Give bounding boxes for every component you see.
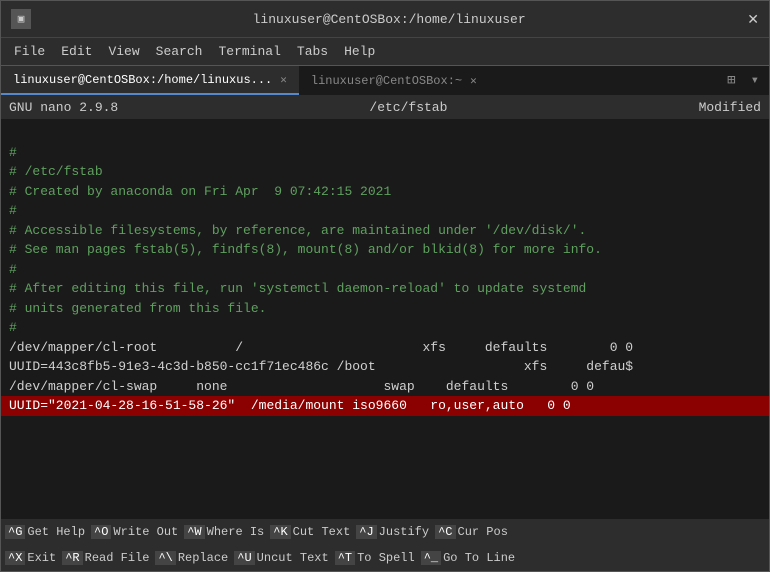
shortcut-label-w: Where Is	[207, 525, 265, 539]
shortcut-cut-text: ^K Cut Text	[270, 525, 350, 539]
tab-menu-button[interactable]: ▾	[746, 70, 764, 91]
shortcut-label-u: Uncut Text	[257, 551, 329, 565]
shortcut-where-is: ^W Where Is	[184, 525, 264, 539]
shortcut-label-o: Write Out	[113, 525, 178, 539]
window-title: linuxuser@CentOSBox:/home/linuxuser	[253, 12, 526, 27]
shortcut-key-g: ^G	[5, 525, 25, 539]
tab-bar-actions: ⊞ ▾	[722, 66, 769, 95]
shortcut-cur-pos: ^C Cur Pos	[435, 525, 508, 539]
shortcut-key-u: ^U	[234, 551, 254, 565]
editor-line: UUID=443c8fb5-91e3-4c3d-b850-cc1f71ec486…	[9, 357, 761, 377]
menu-tabs[interactable]: Tabs	[289, 41, 336, 62]
title-bar: ▣ linuxuser@CentOSBox:/home/linuxuser ✕	[1, 1, 769, 37]
shortcut-key-t: ^T	[335, 551, 355, 565]
shortcut-label-j: Justify	[379, 525, 429, 539]
menu-help[interactable]: Help	[336, 41, 383, 62]
tab-bar: linuxuser@CentOSBox:/home/linuxus... ✕ l…	[1, 65, 769, 95]
close-button[interactable]: ✕	[747, 11, 759, 28]
editor-line: # units generated from this file.	[9, 299, 761, 319]
shortcut-key-w: ^W	[184, 525, 204, 539]
shortcut-exit: ^X Exit	[5, 551, 56, 565]
shortcut-row-1: ^G Get Help ^O Write Out ^W Where Is ^K …	[1, 519, 769, 545]
shortcut-key-j: ^J	[356, 525, 376, 539]
shortcut-key-backslash: ^\	[155, 551, 175, 565]
terminal-window: ▣ linuxuser@CentOSBox:/home/linuxuser ✕ …	[0, 0, 770, 572]
menu-view[interactable]: View	[100, 41, 147, 62]
shortcut-label-x: Exit	[27, 551, 56, 565]
shortcut-key-x: ^X	[5, 551, 25, 565]
shortcut-label-r: Read File	[85, 551, 150, 565]
shortcut-go-to-line: ^_ Go To Line	[421, 551, 515, 565]
tab-active-label: linuxuser@CentOSBox:/home/linuxus...	[13, 73, 272, 87]
menu-edit[interactable]: Edit	[53, 41, 100, 62]
editor-line: #	[9, 143, 761, 163]
shortcut-justify: ^J Justify	[356, 525, 429, 539]
editor-line: /dev/mapper/cl-swap none swap defaults 0…	[9, 377, 761, 397]
tab-active[interactable]: linuxuser@CentOSBox:/home/linuxus... ✕	[1, 66, 299, 95]
editor-line: #	[9, 201, 761, 221]
shortcut-to-spell: ^T To Spell	[335, 551, 415, 565]
shortcut-label-backslash: Replace	[178, 551, 228, 565]
shortcut-key-c: ^C	[435, 525, 455, 539]
tab-inactive-close[interactable]: ✕	[470, 74, 477, 88]
nano-filename: /etc/fstab	[369, 100, 447, 115]
tab-inactive-label: linuxuser@CentOSBox:~	[311, 74, 462, 88]
shortcut-label-k: Cut Text	[293, 525, 351, 539]
tab-inactive[interactable]: linuxuser@CentOSBox:~ ✕	[299, 66, 489, 95]
editor-line: /dev/mapper/cl-root / xfs defaults 0 0	[9, 338, 761, 358]
menu-terminal[interactable]: Terminal	[210, 41, 288, 62]
nano-status: Modified	[699, 100, 761, 115]
nano-header: GNU nano 2.9.8 /etc/fstab Modified	[1, 95, 769, 119]
editor-line: #	[9, 318, 761, 338]
shortcut-row-2: ^X Exit ^R Read File ^\ Replace ^U Uncut…	[1, 545, 769, 571]
menu-bar: File Edit View Search Terminal Tabs Help	[1, 37, 769, 65]
shortcut-label-t: To Spell	[357, 551, 415, 565]
status-bar: ^G Get Help ^O Write Out ^W Where Is ^K …	[1, 519, 769, 571]
menu-search[interactable]: Search	[148, 41, 211, 62]
menu-file[interactable]: File	[6, 41, 53, 62]
editor-line: #	[9, 260, 761, 280]
shortcut-replace: ^\ Replace	[155, 551, 228, 565]
shortcut-read-file: ^R Read File	[62, 551, 149, 565]
editor-line: # /etc/fstab	[9, 162, 761, 182]
terminal-icon: ▣	[11, 9, 31, 29]
editor-line	[9, 123, 761, 143]
editor-line: # See man pages fstab(5), findfs(8), mou…	[9, 240, 761, 260]
shortcut-write-out: ^O Write Out	[91, 525, 178, 539]
editor-line: # Accessible filesystems, by reference, …	[9, 221, 761, 241]
shortcut-key-r: ^R	[62, 551, 82, 565]
editor-area[interactable]: # # /etc/fstab # Created by anaconda on …	[1, 119, 769, 519]
shortcut-label-underscore: Go To Line	[443, 551, 515, 565]
shortcut-label-c: Cur Pos	[458, 525, 508, 539]
tab-active-close[interactable]: ✕	[280, 73, 287, 87]
shortcut-get-help: ^G Get Help	[5, 525, 85, 539]
highlighted-editor-line: UUID="2021-04-28-16-51-58-26" /media/mou…	[1, 396, 769, 416]
shortcut-uncut-text: ^U Uncut Text	[234, 551, 328, 565]
shortcut-key-k: ^K	[270, 525, 290, 539]
nano-version: GNU nano 2.9.8	[9, 100, 118, 115]
shortcut-key-o: ^O	[91, 525, 111, 539]
editor-line: # Created by anaconda on Fri Apr 9 07:42…	[9, 182, 761, 202]
shortcut-key-underscore: ^_	[421, 551, 441, 565]
new-tab-button[interactable]: ⊞	[722, 70, 740, 91]
editor-line: # After editing this file, run 'systemct…	[9, 279, 761, 299]
shortcut-label-g: Get Help	[27, 525, 85, 539]
